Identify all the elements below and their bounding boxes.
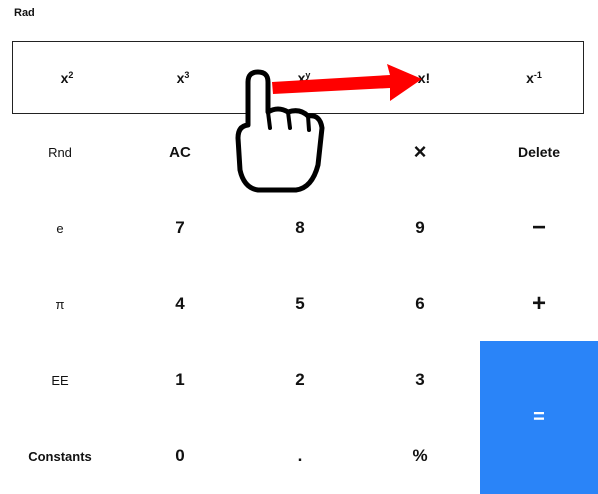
x-inverse-exponent: -1 — [533, 69, 542, 80]
minus-button[interactable]: − — [480, 190, 598, 266]
rnd-button[interactable]: Rnd — [0, 114, 120, 190]
percent-button[interactable]: % — [360, 418, 480, 494]
digit-9-button[interactable]: 9 — [360, 190, 480, 266]
all-clear-button[interactable]: AC — [120, 114, 240, 190]
x-pow-y-base: x — [297, 69, 306, 86]
factorial-button[interactable]: x! — [364, 41, 484, 114]
x-pow-y-exponent: y — [305, 69, 311, 80]
equals-button[interactable]: = — [480, 341, 598, 494]
decimal-point-button[interactable]: . — [240, 418, 360, 494]
exponent-ee-button[interactable]: EE — [0, 342, 120, 418]
digit-2-button[interactable]: 2 — [240, 342, 360, 418]
multiply-button[interactable]: × — [360, 114, 480, 190]
x-cubed-base: x — [176, 69, 185, 86]
constants-button[interactable]: Constants — [0, 418, 120, 494]
delete-button[interactable]: Delete — [480, 114, 598, 190]
euler-e-button[interactable]: e — [0, 190, 120, 266]
x-squared-exponent: 2 — [68, 69, 74, 80]
digit-4-button[interactable]: 4 — [120, 266, 240, 342]
digit-1-button[interactable]: 1 — [120, 342, 240, 418]
digit-5-button[interactable]: 5 — [240, 266, 360, 342]
digit-7-button[interactable]: 7 — [120, 190, 240, 266]
digit-0-button[interactable]: 0 — [120, 418, 240, 494]
x-pow-y-button[interactable]: xy — [244, 41, 364, 114]
angle-mode-label: Rad — [14, 7, 35, 19]
pi-button[interactable]: π — [0, 266, 120, 342]
x-cubed-button[interactable]: x3 — [126, 41, 240, 114]
x-cubed-exponent: 3 — [184, 69, 190, 80]
x-squared-base: x — [60, 69, 69, 86]
plus-button[interactable]: + — [480, 266, 598, 342]
x-squared-button[interactable]: x2 — [12, 41, 122, 114]
digit-8-button[interactable]: 8 — [240, 190, 360, 266]
digit-6-button[interactable]: 6 — [360, 266, 480, 342]
blank-key[interactable] — [240, 114, 360, 190]
digit-3-button[interactable]: 3 — [360, 342, 480, 418]
x-inverse-button[interactable]: x -1 — [484, 41, 584, 114]
x-inverse-base: x — [526, 69, 534, 86]
